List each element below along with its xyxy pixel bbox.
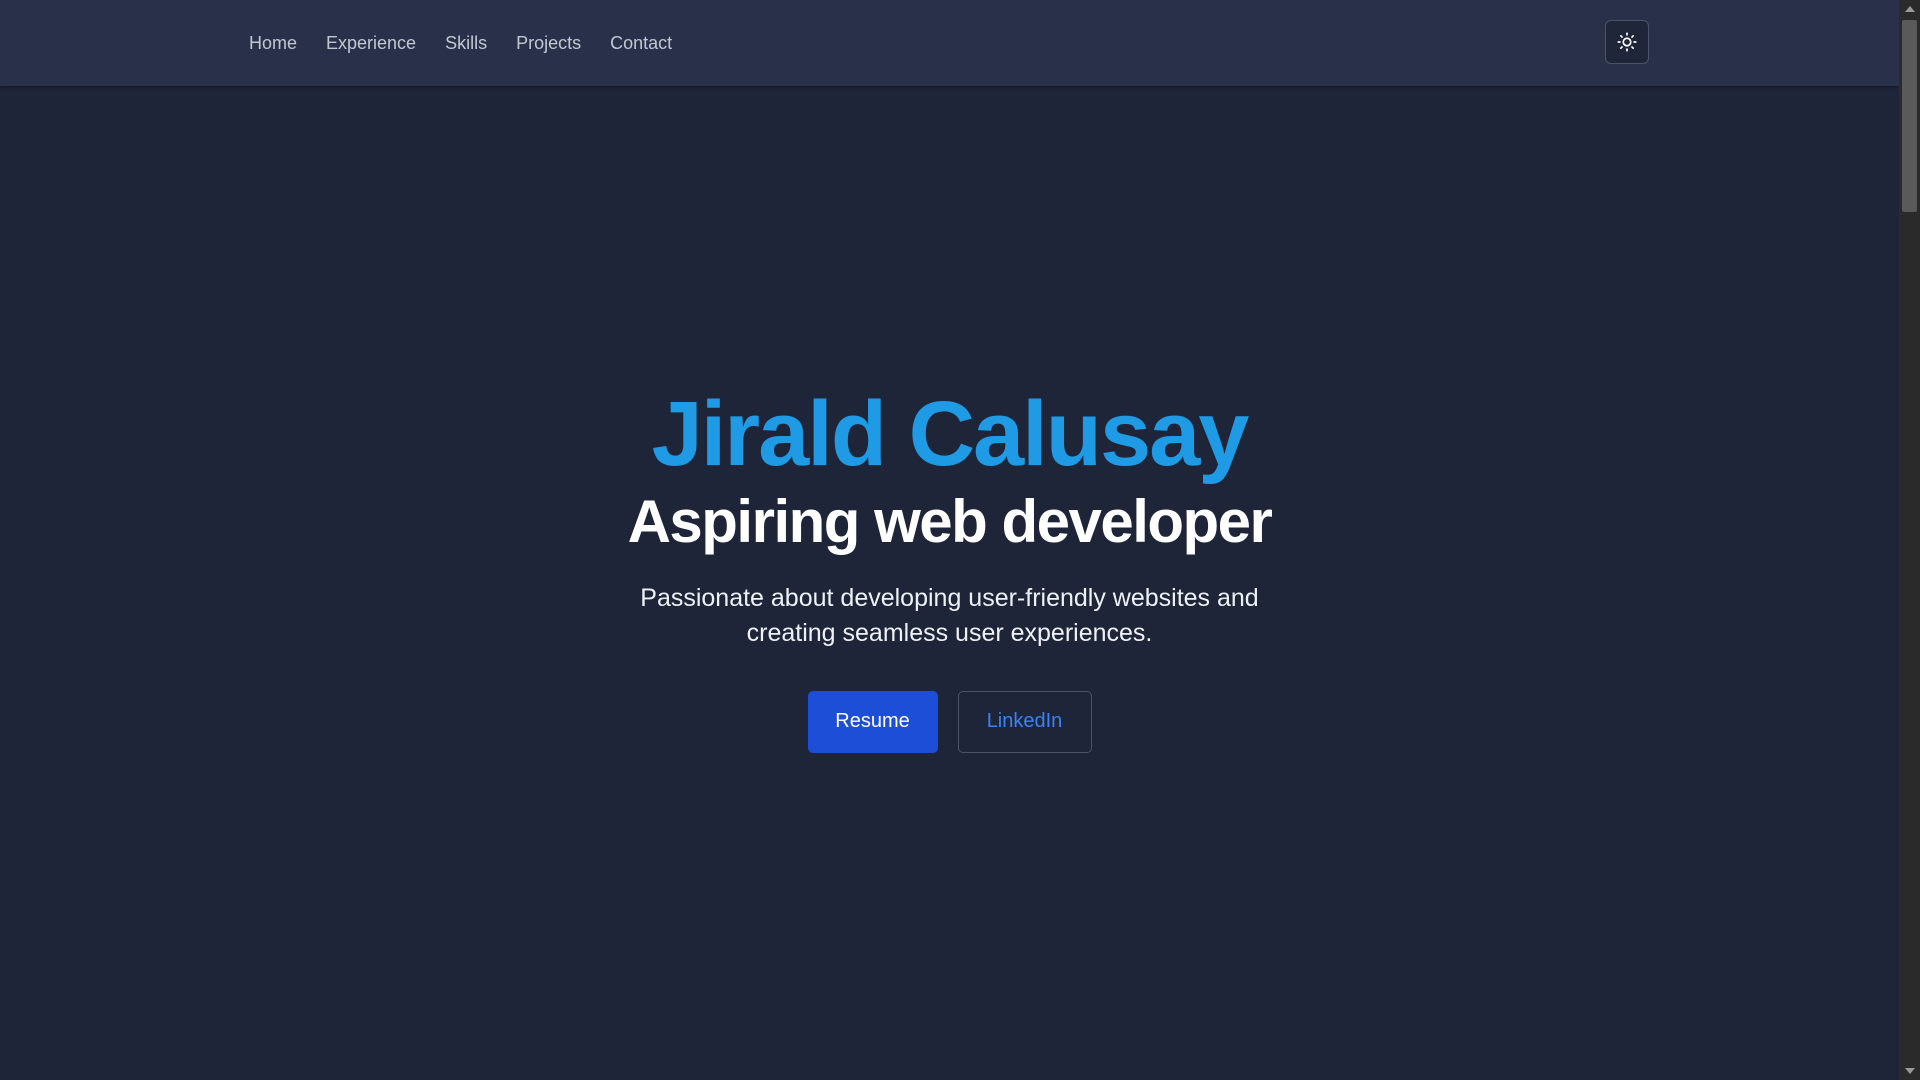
hero-name: Jirald Calusay	[651, 383, 1250, 485]
scroll-up-arrow-icon[interactable]	[1905, 6, 1915, 12]
nav-item-projects[interactable]: Projects	[516, 33, 581, 54]
nav-item-home[interactable]: Home	[249, 33, 297, 54]
hero-buttons: Resume LinkedIn	[807, 690, 1092, 753]
theme-toggle-button[interactable]	[1605, 20, 1649, 64]
hero-section: Jirald Calusay Aspiring web developer Pa…	[0, 86, 1899, 1080]
scrollbar-thumb[interactable]	[1902, 20, 1917, 212]
nav-links: Home Experience Skills Projects Contact	[249, 0, 672, 86]
scroll-down-arrow-icon[interactable]	[1905, 1068, 1915, 1074]
nav-item-contact[interactable]: Contact	[610, 33, 672, 54]
vertical-scrollbar[interactable]	[1899, 0, 1920, 1080]
nav-item-experience[interactable]: Experience	[326, 33, 416, 54]
hero-description: Passionate about developing user-friendl…	[640, 583, 1259, 647]
page: Home Experience Skills Projects Contact …	[0, 0, 1920, 1080]
nav-item-skills[interactable]: Skills	[445, 33, 487, 54]
sun-icon	[1617, 32, 1637, 52]
top-navbar: Home Experience Skills Projects Contact	[0, 0, 1899, 86]
linkedin-button[interactable]: LinkedIn	[957, 690, 1092, 753]
resume-button[interactable]: Resume	[807, 690, 938, 753]
hero-title: Aspiring web developer	[627, 487, 1273, 555]
